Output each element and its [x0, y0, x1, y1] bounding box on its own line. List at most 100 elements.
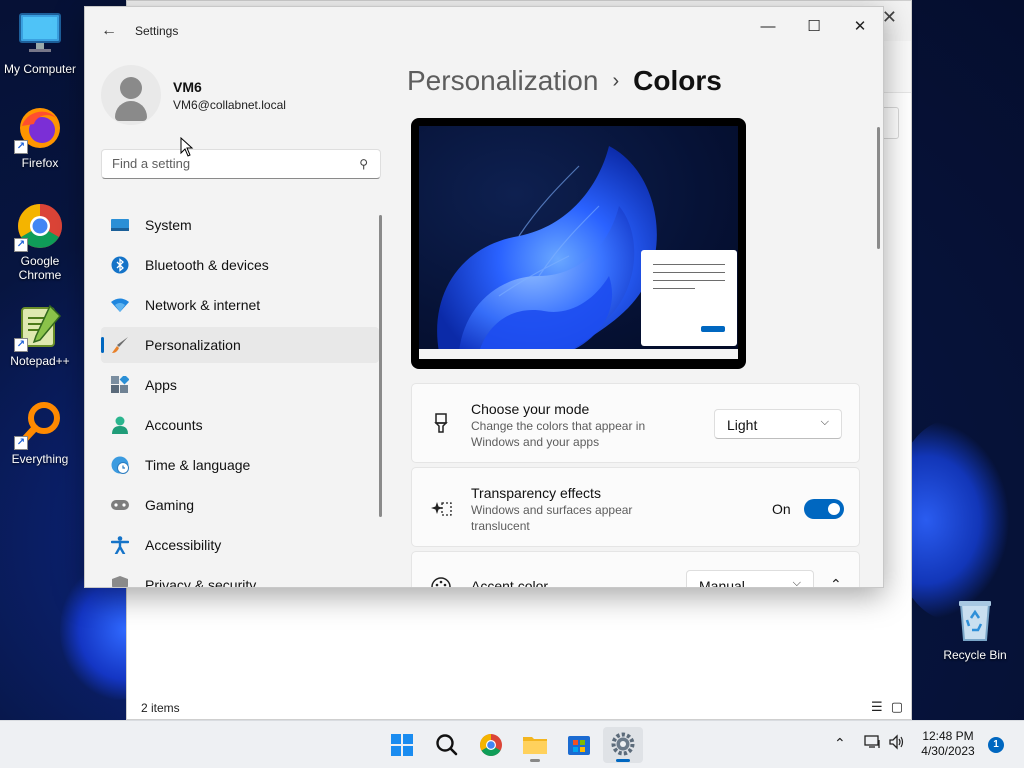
sparkle-icon — [430, 498, 452, 520]
card-accent-color: Accent color Manual ⌵ ⌃ — [411, 551, 860, 588]
chrome-icon: ↗ — [14, 202, 64, 252]
store-icon — [568, 736, 590, 755]
nav-item-privacy-security[interactable]: Privacy & security — [101, 567, 379, 587]
search-input[interactable] — [112, 156, 342, 171]
file-explorer-button[interactable] — [515, 727, 555, 763]
desktop-icon-firefox[interactable]: ↗ Firefox — [0, 104, 80, 170]
close-button[interactable]: ✕ — [837, 11, 883, 43]
nav-label: Personalization — [145, 337, 241, 353]
details-view-icon[interactable]: ☰ — [871, 699, 883, 715]
user-profile[interactable]: VM6 VM6@collabnet.local — [101, 63, 391, 127]
chrome-button[interactable] — [471, 727, 511, 763]
tray-overflow-chevron-icon[interactable]: ⌃ — [834, 735, 846, 752]
chevron-up-icon[interactable]: ⌃ — [830, 576, 842, 587]
transparency-state-label: On — [772, 501, 791, 517]
recycle-bin-icon — [951, 596, 999, 644]
store-button[interactable] — [559, 727, 599, 763]
settings-titlebar: ← Settings — ☐ ✕ — [85, 7, 883, 55]
volume-icon[interactable] — [888, 733, 906, 754]
avatar-head — [120, 77, 142, 99]
monitor-icon — [16, 10, 64, 58]
accounts-icon — [111, 416, 129, 434]
avatar-body — [115, 101, 147, 121]
desktop-icon-label: Google Chrome — [18, 254, 62, 282]
nav-item-accessibility[interactable]: Accessibility — [101, 527, 379, 563]
notepad-plus-plus-icon: ↗ — [14, 302, 64, 352]
minimize-button[interactable]: — — [745, 11, 791, 43]
clock-date: 4/30/2023 — [921, 744, 975, 758]
nav-label: Accounts — [145, 417, 203, 433]
brush-icon — [111, 336, 129, 354]
profile-email: VM6@collabnet.local — [173, 98, 286, 112]
shortcut-arrow-icon: ↗ — [14, 140, 28, 154]
nav-item-system[interactable]: System — [101, 207, 379, 243]
accent-dropdown-value: Manual — [699, 578, 745, 588]
desktop-icon-label: My Computer — [3, 62, 77, 76]
running-indicator — [530, 759, 540, 762]
maximize-button[interactable]: ☐ — [791, 11, 837, 43]
desktop-icon-label: Recycle Bin — [943, 648, 1007, 662]
explorer-close-button[interactable]: ✕ — [882, 7, 897, 28]
taskbar: ⌃ 12:48 PM 4/30/2023 1 — [0, 720, 1024, 768]
nav-item-personalization[interactable]: Personalization — [101, 327, 379, 363]
accessibility-icon — [110, 536, 130, 556]
settings-window: ← Settings — ☐ ✕ VM6 VM6@collabnet.local… — [84, 6, 884, 588]
accent-dropdown[interactable]: Manual ⌵ — [686, 570, 814, 588]
desktop-icon-my-computer[interactable]: My Computer — [0, 10, 80, 76]
brush-outline-icon — [430, 412, 452, 434]
preview-window — [641, 250, 737, 346]
window-title: Settings — [135, 24, 179, 38]
back-button[interactable]: ← — [99, 21, 119, 41]
preview-wallpaper — [419, 126, 738, 352]
desktop-icon-google-chrome[interactable]: ↗ Google Chrome — [0, 202, 80, 282]
card-transparency: Transparency effects Windows and surface… — [411, 467, 860, 547]
chevron-down-icon: ⌵ — [820, 416, 829, 428]
nav-label: Bluetooth & devices — [145, 257, 269, 273]
search-button[interactable] — [427, 727, 467, 763]
desktop-icon-notepad-plus-plus[interactable]: ↗ Notepad++ — [0, 302, 80, 368]
nav-item-time-language[interactable]: Time & language — [101, 447, 379, 483]
card-choose-mode: Choose your mode Change the colors that … — [411, 383, 860, 463]
preview-line — [653, 280, 725, 281]
shortcut-arrow-icon: ↗ — [14, 436, 28, 450]
accent-title: Accent color — [471, 578, 549, 588]
avatar — [101, 65, 161, 125]
transparency-description: Windows and surfaces appear translucent — [471, 503, 633, 533]
bluetooth-icon — [111, 256, 129, 274]
nav-item-accounts[interactable]: Accounts — [101, 407, 379, 443]
mode-dropdown[interactable]: Light ⌵ — [714, 409, 842, 439]
desktop-icon-everything[interactable]: ↗ Everything — [0, 400, 80, 466]
settings-button[interactable] — [603, 727, 643, 763]
notification-badge[interactable]: 1 — [988, 737, 1004, 753]
nav-item-gaming[interactable]: Gaming — [101, 487, 379, 523]
start-button[interactable] — [382, 727, 422, 763]
desktop-icon-label: Notepad++ — [10, 354, 70, 368]
nav-item-bluetooth[interactable]: Bluetooth & devices — [101, 247, 379, 283]
transparency-toggle[interactable] — [804, 499, 844, 519]
palette-icon — [430, 576, 452, 587]
settings-search[interactable]: ⚲ — [101, 149, 381, 179]
taskbar-clock[interactable]: 12:48 PM 4/30/2023 — [912, 729, 984, 759]
mode-dropdown-value: Light — [727, 417, 758, 433]
breadcrumb-chevron-icon: › — [612, 70, 620, 92]
preview-button — [701, 326, 725, 332]
transparency-title: Transparency effects — [471, 485, 601, 501]
nav-item-network[interactable]: Network & internet — [101, 287, 379, 323]
desktop-icon-label: Everything — [11, 452, 69, 466]
time-language-icon — [111, 456, 129, 474]
tiles-view-icon[interactable]: ▢ — [891, 699, 903, 715]
nav-scrollbar[interactable] — [379, 215, 382, 517]
content-scrollbar[interactable] — [877, 127, 880, 249]
nav-label: Time & language — [145, 457, 251, 473]
desktop-icon-recycle-bin[interactable]: Recycle Bin — [935, 596, 1015, 662]
nav-label: Network & internet — [145, 297, 261, 313]
breadcrumb-parent[interactable]: Personalization — [407, 65, 598, 96]
clock-time: 12:48 PM — [922, 729, 974, 743]
settings-nav: System Bluetooth & devices Network & int… — [101, 201, 379, 587]
search-icon[interactable]: ⚲ — [359, 157, 368, 171]
folder-icon — [523, 737, 547, 754]
nav-item-apps[interactable]: Apps — [101, 367, 379, 403]
mode-title: Choose your mode — [471, 401, 590, 417]
network-icon[interactable] — [864, 733, 882, 754]
active-indicator — [616, 759, 630, 762]
